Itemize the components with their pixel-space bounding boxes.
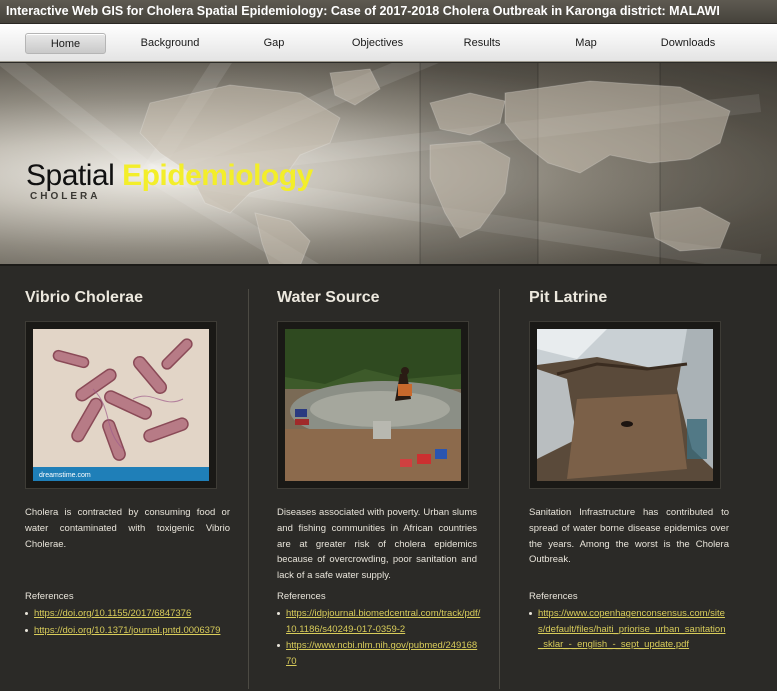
image-watermark: dreamstime.com: [39, 472, 91, 479]
references-list: https://www.copenhagenconsensus.com/site…: [529, 606, 729, 654]
nav-home[interactable]: Home: [25, 33, 106, 54]
column-heading: Water Source: [277, 289, 380, 306]
column-heading: Pit Latrine: [529, 289, 608, 306]
nav-map[interactable]: Map: [562, 33, 610, 54]
image-frame: [277, 321, 469, 489]
pit-latrine-image: [537, 329, 713, 481]
reference-item: https://www.copenhagenconsensus.com/site…: [529, 606, 729, 653]
nav-background[interactable]: Background: [130, 33, 210, 54]
water-source-image: [285, 329, 461, 481]
reference-item: https://www.ncbi.nlm.nih.gov/pubmed/2491…: [277, 638, 481, 669]
reference-item: https://doi.org/10.1155/2017/6847376: [25, 606, 235, 622]
banner-heading-word1: Spatial: [26, 159, 115, 192]
nav-downloads[interactable]: Downloads: [652, 33, 724, 54]
nav-results[interactable]: Results: [452, 33, 512, 54]
column-description: Cholera is contracted by consuming food …: [25, 507, 230, 550]
column-divider: [248, 289, 249, 689]
banner-heading: Spatial Epidemiology: [26, 159, 313, 193]
reference-link[interactable]: https://doi.org/10.1371/journal.pntd.000…: [34, 625, 220, 636]
bacteria-image: dreamstime.com: [33, 329, 209, 481]
references-list: https://idpjournal.biomedcentral.com/tra…: [277, 606, 481, 670]
image-frame: dreamstime.com: [25, 321, 217, 489]
reference-item: https://idpjournal.biomedcentral.com/tra…: [277, 606, 481, 637]
references-label: References: [277, 591, 326, 602]
column-divider: [499, 289, 500, 689]
banner-subtitle: CHOLERA: [30, 191, 101, 202]
column-description: Sanitation Infrastructure has contribute…: [529, 507, 729, 566]
column-heading: Vibrio Cholerae: [25, 289, 143, 306]
reference-link[interactable]: https://www.copenhagenconsensus.com/site…: [538, 608, 725, 650]
column-description: Diseases associated with poverty. Urban …: [277, 507, 477, 582]
main-nav: Home Background Gap Objectives Results M…: [0, 24, 777, 62]
reference-link[interactable]: https://www.ncbi.nlm.nih.gov/pubmed/2491…: [286, 640, 477, 667]
reference-link[interactable]: https://idpjournal.biomedcentral.com/tra…: [286, 608, 480, 635]
image-frame: [529, 321, 721, 489]
reference-item: https://doi.org/10.1371/journal.pntd.000…: [25, 623, 235, 639]
references-label: References: [25, 591, 74, 602]
site-title: Interactive Web GIS for Cholera Spatial …: [0, 0, 777, 24]
content-area: Vibrio Cholerae dreamstime.com Cholera i…: [0, 267, 777, 691]
references-label: References: [529, 591, 578, 602]
references-list: https://doi.org/10.1155/2017/6847376 htt…: [25, 606, 235, 639]
reference-link[interactable]: https://doi.org/10.1155/2017/6847376: [34, 608, 191, 619]
banner-heading-word2: Epidemiology: [122, 159, 313, 192]
nav-gap[interactable]: Gap: [248, 33, 300, 54]
nav-objectives[interactable]: Objectives: [340, 33, 415, 54]
hero-banner: Spatial Epidemiology CHOLERA: [0, 63, 777, 266]
